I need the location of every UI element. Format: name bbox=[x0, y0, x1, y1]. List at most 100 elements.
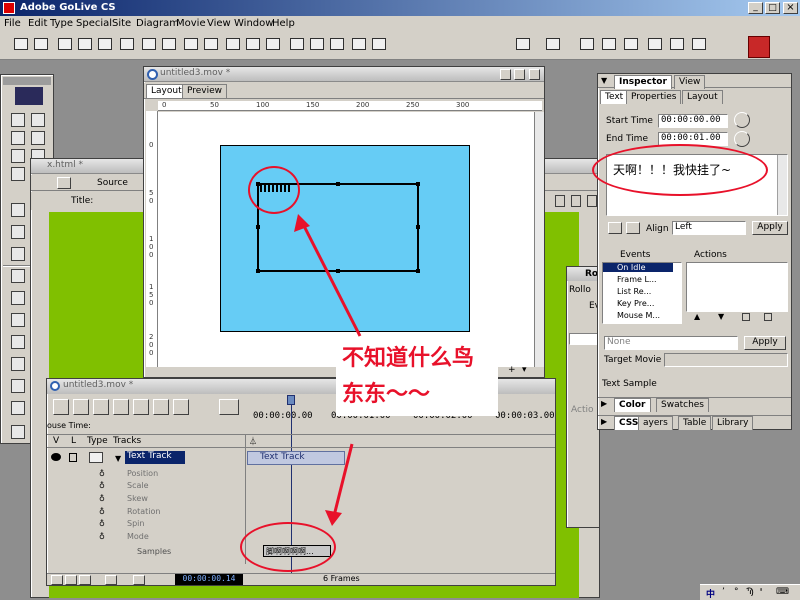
tab-properties[interactable]: Properties bbox=[626, 90, 682, 104]
tab-inspector[interactable]: Inspector bbox=[614, 75, 672, 89]
toolbar-icon-10[interactable] bbox=[204, 38, 218, 50]
movie-close-button[interactable] bbox=[529, 69, 540, 80]
track-bar[interactable]: Text Track bbox=[247, 451, 345, 465]
tray-item[interactable]: ʼ bbox=[722, 587, 725, 597]
maximize-button[interactable]: □ bbox=[765, 2, 780, 14]
track-tool-icon[interactable] bbox=[153, 399, 169, 415]
events-list[interactable]: On Idle Frame L... List Re... Key Pre...… bbox=[602, 262, 682, 324]
color-expand-icon[interactable]: ▶ bbox=[601, 399, 607, 408]
palette-icon-2[interactable] bbox=[31, 113, 45, 127]
align-icon-2[interactable] bbox=[246, 38, 260, 50]
toolbar-icon-9[interactable] bbox=[184, 38, 198, 50]
menu-diagram[interactable]: Diagram bbox=[136, 18, 179, 29]
tab-view[interactable]: View bbox=[674, 75, 706, 89]
tab-source[interactable]: Source bbox=[97, 178, 128, 188]
tab-layout-inspector[interactable]: Layout bbox=[682, 90, 723, 104]
step-forward-button[interactable] bbox=[133, 575, 145, 585]
scroll-down-icon[interactable]: ▾ bbox=[522, 365, 527, 375]
handle-tm[interactable] bbox=[336, 182, 340, 186]
minimize-button[interactable]: _ bbox=[748, 2, 763, 14]
palette-icon-17[interactable] bbox=[11, 291, 25, 305]
handle-bm[interactable] bbox=[336, 269, 340, 273]
track-name-label[interactable]: Text Track bbox=[125, 451, 185, 464]
eye-icon[interactable] bbox=[51, 453, 61, 461]
pencil-tool-2-icon[interactable] bbox=[93, 399, 109, 415]
tray-item[interactable]: ° bbox=[734, 587, 739, 597]
tab-text[interactable]: Text bbox=[600, 90, 629, 104]
palette-icon-15[interactable] bbox=[11, 269, 25, 283]
toolbar-icon-14[interactable] bbox=[624, 38, 638, 50]
toolbar-icon-1[interactable] bbox=[14, 38, 28, 50]
tab-color[interactable]: Color bbox=[614, 398, 651, 412]
toolbar-icon-12[interactable] bbox=[580, 38, 594, 50]
menu-type[interactable]: Type bbox=[50, 18, 73, 29]
keyboard-icon[interactable]: ⌨ bbox=[776, 587, 789, 597]
text-scrollbar[interactable] bbox=[777, 155, 787, 215]
toolbar-icon-2[interactable] bbox=[34, 38, 48, 50]
tab-layers[interactable]: ayers bbox=[638, 416, 673, 430]
lock-icon[interactable] bbox=[352, 38, 366, 50]
close-button[interactable]: × bbox=[783, 2, 798, 14]
handle-lm[interactable] bbox=[256, 225, 260, 229]
palette-icon-7[interactable] bbox=[11, 167, 25, 181]
align-apply-button[interactable]: Apply bbox=[752, 221, 788, 235]
tab-library[interactable]: Library bbox=[712, 416, 754, 430]
palette-icon-27[interactable] bbox=[11, 401, 25, 415]
lock-track-icon[interactable] bbox=[69, 453, 77, 462]
movie-vscroll[interactable] bbox=[534, 112, 544, 367]
toolbar-icon-7[interactable] bbox=[142, 38, 156, 50]
pencil-tool-icon[interactable] bbox=[73, 399, 89, 415]
ime-indicator[interactable]: 中 bbox=[706, 587, 715, 600]
css-expand-icon[interactable]: ▶ bbox=[601, 417, 607, 426]
select-tool-icon[interactable] bbox=[53, 399, 69, 415]
palette-icon-1[interactable] bbox=[11, 113, 25, 127]
none-apply-button[interactable]: Apply bbox=[744, 336, 786, 350]
play-button[interactable] bbox=[105, 575, 117, 585]
filter-tool-icon[interactable] bbox=[219, 399, 239, 415]
stopwatch-icon[interactable]: ♁ bbox=[99, 469, 105, 478]
event-item[interactable]: Key Pre... bbox=[617, 299, 654, 308]
menu-movie[interactable]: Movie bbox=[176, 18, 206, 29]
toolbar-icon-5[interactable] bbox=[98, 38, 112, 50]
unlock-icon[interactable] bbox=[372, 38, 386, 50]
toolbar-icon-3[interactable] bbox=[58, 38, 72, 50]
palette-icon-13[interactable] bbox=[11, 247, 25, 261]
rollover-action-button[interactable]: Actio bbox=[571, 405, 593, 415]
palette-icon-25[interactable] bbox=[11, 379, 25, 393]
menu-edit[interactable]: Edit bbox=[28, 18, 47, 29]
handle-tr[interactable] bbox=[416, 182, 420, 186]
menu-site[interactable]: Site bbox=[112, 18, 131, 29]
palette-icon-4[interactable] bbox=[31, 131, 45, 145]
step-back-button[interactable] bbox=[79, 575, 91, 585]
rewind-button[interactable] bbox=[51, 575, 63, 585]
palette-icon-21[interactable] bbox=[11, 335, 25, 349]
palette-icon-9[interactable] bbox=[11, 203, 25, 217]
eraser-tool-icon[interactable] bbox=[133, 399, 149, 415]
expand-triangle-icon[interactable]: ▼ bbox=[115, 454, 121, 463]
action-up-icon[interactable]: ▲ bbox=[694, 312, 700, 321]
color-link-icon[interactable] bbox=[626, 222, 640, 234]
menu-help[interactable]: Help bbox=[272, 18, 295, 29]
menu-special[interactable]: Special bbox=[76, 18, 112, 29]
html-tool-icon-2[interactable] bbox=[571, 195, 581, 207]
loop-button[interactable] bbox=[65, 575, 77, 585]
collapse-triangle-icon[interactable]: ▼ bbox=[601, 76, 607, 85]
movie-maximize-button[interactable] bbox=[514, 69, 525, 80]
stopwatch-icon[interactable]: ♁ bbox=[99, 507, 105, 516]
palette-icon-29[interactable] bbox=[11, 425, 25, 439]
start-clock-icon[interactable] bbox=[734, 112, 750, 128]
event-item[interactable]: List Re... bbox=[617, 287, 651, 296]
align-icon-5[interactable] bbox=[310, 38, 324, 50]
align-icon-3[interactable] bbox=[266, 38, 280, 50]
toolbar-icon-4[interactable] bbox=[78, 38, 92, 50]
layout-mode-icon[interactable] bbox=[57, 177, 71, 189]
palette-icon-5[interactable] bbox=[11, 149, 25, 163]
palette-icon-3[interactable] bbox=[11, 131, 25, 145]
action-delete-icon[interactable] bbox=[764, 313, 772, 321]
none-select[interactable]: None bbox=[604, 336, 738, 350]
align-icon-6[interactable] bbox=[330, 38, 344, 50]
toolbar-icon-6[interactable] bbox=[120, 38, 134, 50]
stopwatch-icon[interactable]: ♁ bbox=[99, 532, 105, 541]
event-item[interactable]: Frame L... bbox=[617, 275, 657, 284]
align-icon-1[interactable] bbox=[226, 38, 240, 50]
